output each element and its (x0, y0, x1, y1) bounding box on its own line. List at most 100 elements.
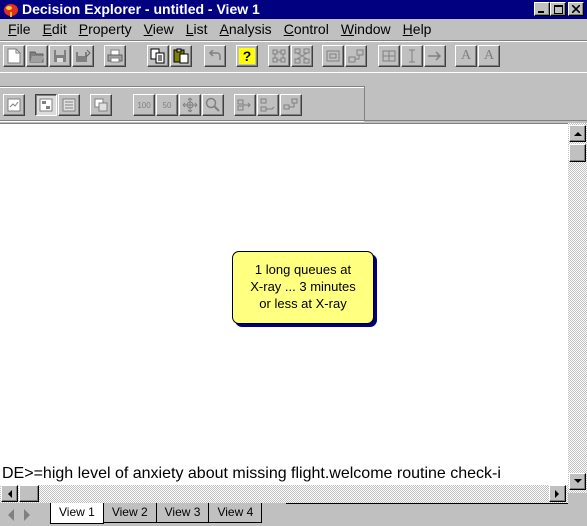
concept-text-entry[interactable]: DE>=high level of anxiety about missing … (0, 463, 568, 485)
save-as-button[interactable] (72, 45, 94, 67)
number-links-button[interactable]: 50 (156, 94, 178, 116)
menu-list-label: ist (193, 21, 208, 37)
new-button[interactable] (3, 45, 25, 67)
arrange-down-icon (260, 98, 275, 112)
menu-bar: File Edit Property View List Analysis Co… (0, 19, 587, 39)
floppy-disk-icon (54, 50, 66, 62)
undo-icon (208, 50, 221, 60)
menu-property[interactable]: Property (73, 20, 138, 38)
horizontal-scroll-thumb[interactable] (19, 485, 39, 502)
scroll-right-button[interactable] (549, 485, 566, 502)
menu-edit[interactable]: Edit (37, 20, 73, 38)
copy-icon (150, 48, 165, 64)
menu-view-accel: V (143, 21, 153, 37)
link-icon (348, 49, 364, 63)
view-a-button[interactable] (35, 94, 57, 116)
arrow-right-icon (428, 51, 442, 61)
menu-control[interactable]: Control (278, 20, 335, 38)
copy-view-icon (94, 98, 108, 112)
tab-view-4[interactable]: View 4 (208, 503, 263, 523)
menu-analysis[interactable]: Analysis (214, 20, 278, 38)
menu-file-accel: F (8, 21, 17, 37)
frame-button[interactable] (322, 45, 344, 67)
arrange-right-icon (237, 99, 251, 111)
paste-button[interactable] (170, 45, 192, 67)
menu-edit-accel: E (42, 21, 52, 37)
grid-layout-icon (272, 49, 286, 63)
concept-properties-button[interactable] (3, 94, 25, 116)
menu-view-label: iew (152, 21, 174, 37)
maximize-button[interactable] (550, 2, 566, 16)
save-button[interactable] (49, 45, 71, 67)
copy-button[interactable] (147, 45, 169, 67)
arrange-2-button[interactable] (257, 94, 279, 116)
menu-help-accel: H (402, 21, 413, 37)
arrange-3-button[interactable] (280, 94, 302, 116)
menu-list[interactable]: List (180, 20, 214, 38)
font-larger-button[interactable]: A (455, 45, 477, 67)
menu-analysis-accel: A (219, 21, 229, 37)
horizontal-scrollbar[interactable] (0, 485, 568, 503)
menu-window-label: indow (354, 21, 391, 37)
map-layout-button[interactable] (291, 45, 313, 67)
table-button[interactable] (378, 45, 400, 67)
open-folder-icon (29, 51, 44, 63)
menu-help[interactable]: Help (397, 20, 438, 38)
menu-property-accel: P (78, 21, 89, 37)
scroll-left-button[interactable] (1, 485, 18, 502)
menu-window[interactable]: Window (335, 20, 397, 38)
undo-button[interactable] (204, 45, 226, 67)
tab-view-1[interactable]: View 1 (50, 503, 104, 524)
tab-next-button[interactable] (20, 507, 34, 522)
tab-view-3[interactable]: View 3 (155, 503, 210, 523)
scroll-down-button[interactable] (569, 473, 586, 490)
window-title: Decision Explorer - untitled - View 1 (22, 1, 260, 17)
zoom-button[interactable] (202, 94, 224, 116)
scroll-up-button[interactable] (569, 125, 586, 142)
view-b-button[interactable] (58, 94, 80, 116)
minimize-button[interactable] (534, 2, 550, 16)
help-question-icon: ? (239, 48, 255, 64)
menu-view[interactable]: View (138, 20, 180, 38)
table-icon (382, 50, 396, 62)
link-button[interactable] (345, 45, 367, 67)
move-button[interactable] (179, 94, 201, 116)
font-larger-icon: A (460, 48, 472, 63)
open-button[interactable] (26, 45, 48, 67)
number-concepts-button[interactable]: 100 (133, 94, 155, 116)
copy-view-button[interactable] (90, 94, 112, 116)
grid-layout-button[interactable] (268, 45, 290, 67)
text-cursor-button[interactable] (401, 45, 423, 67)
new-document-icon (7, 48, 21, 64)
menu-window-accel: W (340, 21, 355, 37)
concept-node[interactable]: 1 long queues at X-ray ... 3 minutes or … (232, 251, 374, 324)
properties-icon (7, 98, 21, 112)
font-smaller-button[interactable]: A (478, 45, 500, 67)
vertical-scroll-thumb[interactable] (569, 144, 586, 162)
decision-explorer-logo-icon (4, 4, 18, 17)
menu-file[interactable]: File (2, 20, 37, 38)
print-button[interactable] (104, 45, 126, 67)
menu-control-accel: C (283, 21, 294, 37)
maximize-icon (553, 4, 563, 14)
tab-prev-button[interactable] (4, 507, 18, 522)
arrange-up-icon (283, 98, 298, 110)
close-icon (572, 5, 580, 13)
vertical-scrollbar[interactable] (568, 123, 587, 493)
tab-view-2[interactable]: View 2 (102, 503, 157, 523)
number-links-icon: 50 (162, 100, 172, 110)
title-bar[interactable]: Decision Explorer - untitled - View 1 (0, 0, 587, 19)
menu-help-label: elp (412, 21, 432, 37)
menu-control-label: ontrol (293, 21, 329, 37)
close-button[interactable] (568, 2, 584, 16)
printer-icon (107, 49, 123, 63)
triangle-right-icon (24, 508, 30, 521)
arrange-1-button[interactable] (234, 94, 256, 116)
paste-icon (173, 48, 189, 64)
number-concepts-icon: 100 (137, 100, 151, 110)
main-toolbar: ? A A (0, 40, 587, 73)
view-list-icon (62, 98, 76, 112)
menu-file-label: ile (16, 21, 31, 37)
help-button[interactable]: ? (236, 45, 258, 67)
arrow-button[interactable] (424, 45, 446, 67)
